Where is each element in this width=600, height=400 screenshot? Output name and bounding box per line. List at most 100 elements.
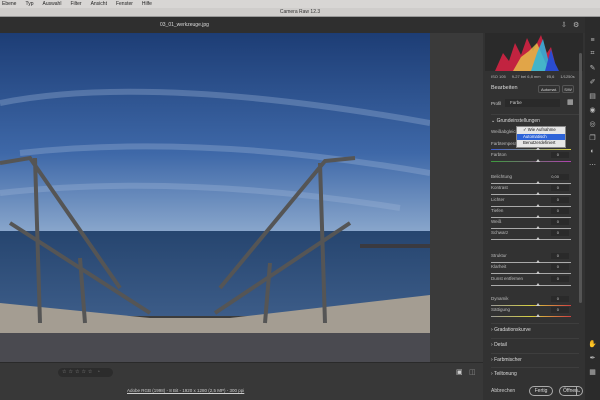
- temp-slider[interactable]: [491, 147, 571, 150]
- menu-fenster[interactable]: Fenster: [116, 1, 133, 7]
- slider-thumb[interactable]: [536, 237, 540, 240]
- graduated-filter-icon[interactable]: ▤: [589, 92, 596, 100]
- slider-value[interactable]: 0: [551, 208, 569, 214]
- filmstrip-icon[interactable]: ▣: [456, 368, 463, 376]
- slider-thumb[interactable]: [536, 204, 540, 207]
- wb-option-custom[interactable]: Benutzerdefiniert: [517, 140, 565, 147]
- window-title: Camera Raw 12.3: [0, 8, 600, 17]
- more-icon[interactable]: ⋯: [589, 161, 596, 169]
- edit-title: Bearbeiten: [491, 85, 518, 91]
- file-name: 03_01_werkzeuge.jpg: [160, 22, 209, 28]
- bw-button[interactable]: S/W: [562, 85, 574, 93]
- slider-value[interactable]: 0: [551, 253, 569, 259]
- section-split-toning[interactable]: › Teiltonung: [491, 367, 579, 380]
- section-basic-title: Grundeinstellungen: [496, 118, 540, 124]
- crop-tool-icon[interactable]: ⌗: [591, 50, 595, 58]
- compare-view-icon[interactable]: ◫: [469, 368, 476, 376]
- profile-browser-icon[interactable]: ▦: [567, 98, 574, 106]
- tool-strip: ≡ ⌗ ✎ ✐ ▤ ◉ ◎ ❐ ◐ ⋯ ✋ ✒ ▦: [585, 17, 600, 400]
- slider-value[interactable]: 0: [551, 230, 569, 236]
- slider-thumb[interactable]: [536, 303, 540, 306]
- tint-value[interactable]: 0: [551, 152, 569, 158]
- auto-button[interactable]: Automat.: [538, 85, 560, 93]
- done-button[interactable]: Fertig: [529, 386, 553, 396]
- panel-scrollbar[interactable]: [579, 53, 582, 303]
- menu-ansicht[interactable]: Ansicht: [91, 1, 107, 7]
- slider-track[interactable]: [491, 303, 571, 306]
- save-icon[interactable]: ⇩: [561, 21, 567, 29]
- snapshots-icon[interactable]: ❐: [589, 134, 595, 142]
- slider-value[interactable]: 0,00: [551, 174, 569, 180]
- option-label: Automatisch: [523, 133, 547, 139]
- adjustment-brush-icon[interactable]: ✐: [590, 78, 596, 86]
- redeye-icon[interactable]: ◎: [589, 120, 595, 128]
- exif-shutter: 1/1250s: [560, 74, 575, 79]
- slider-track[interactable]: [491, 215, 571, 218]
- slider-thumb[interactable]: [536, 271, 540, 274]
- open-button[interactable]: Öffnen ⌄: [559, 386, 583, 396]
- slider-value[interactable]: 0: [551, 296, 569, 302]
- stars[interactable]: ☆☆☆☆☆: [62, 369, 94, 375]
- slider-value[interactable]: 0: [551, 276, 569, 282]
- cancel-button[interactable]: Abbrechen: [491, 388, 515, 394]
- presets-icon[interactable]: ◐: [590, 148, 594, 155]
- section-detail[interactable]: › Detail: [491, 338, 579, 351]
- slider-track[interactable]: [491, 226, 571, 229]
- edit-tool-icon[interactable]: ≡: [590, 37, 594, 44]
- hand-tool-icon[interactable]: ✋: [588, 340, 597, 348]
- section-title: Detail: [494, 342, 507, 348]
- tint-slider[interactable]: [491, 159, 571, 162]
- slider-thumb[interactable]: [536, 181, 540, 184]
- slider-value[interactable]: 0: [551, 185, 569, 191]
- photo-preview[interactable]: [0, 33, 430, 362]
- slider-value[interactable]: 0: [551, 264, 569, 270]
- file-info-link[interactable]: Adobe RGB (1998) - 8 Bit - 1920 x 1280 (…: [127, 388, 244, 393]
- profile-select[interactable]: Farbe: [505, 99, 560, 107]
- option-label: Benutzerdefiniert: [523, 140, 556, 145]
- slider-track[interactable]: [491, 260, 571, 263]
- slider-thumb[interactable]: [536, 226, 540, 229]
- menu-filter[interactable]: Filter: [70, 1, 81, 7]
- slider-thumb[interactable]: [536, 192, 540, 195]
- preview-margin: [430, 33, 483, 362]
- menu-ebene[interactable]: Ebene: [2, 1, 16, 7]
- slider-track[interactable]: [491, 181, 571, 184]
- profile-value: Farbe: [510, 100, 522, 105]
- rating-stars[interactable]: ☆☆☆☆☆ ▫: [58, 368, 113, 377]
- slider-value[interactable]: 0: [551, 219, 569, 225]
- radial-filter-icon[interactable]: ◉: [589, 106, 595, 114]
- slider-track[interactable]: [491, 283, 571, 286]
- slider-track[interactable]: [491, 204, 571, 207]
- white-balance-dropdown[interactable]: ✓ Wie Aufnahme Automatisch Benutzerdefin…: [516, 126, 566, 148]
- status-bar: ☆☆☆☆☆ ▫ ▣ ◫ Adobe RGB (1998) - 8 Bit - 1…: [0, 362, 483, 400]
- slider-track[interactable]: [491, 314, 571, 317]
- grid-icon[interactable]: ▦: [589, 368, 596, 376]
- slider-value[interactable]: 0: [551, 307, 569, 313]
- slider-track[interactable]: [491, 237, 571, 240]
- section-curve[interactable]: › Gradationskurve: [491, 323, 579, 336]
- section-color-mixer[interactable]: › Farbmischer: [491, 353, 579, 366]
- gear-icon[interactable]: ⚙: [573, 21, 579, 29]
- file-bar: 03_01_werkzeuge.jpg ⇩ ⚙ ⤢: [0, 17, 600, 33]
- menu-hilfe[interactable]: Hilfe: [142, 1, 152, 7]
- slider-thumb[interactable]: [536, 314, 540, 317]
- slider-track[interactable]: [491, 192, 571, 195]
- exif-iso: ISO 105: [491, 74, 506, 79]
- menu-typ[interactable]: Typ: [25, 1, 33, 7]
- slider-value[interactable]: 0: [551, 197, 569, 203]
- section-title: Teiltonung: [493, 371, 517, 377]
- open-menu-chevron-icon[interactable]: ⌄: [576, 387, 582, 396]
- menu-auswahl[interactable]: Auswahl: [43, 1, 62, 7]
- color-sampler-icon[interactable]: ✒: [590, 354, 596, 362]
- slider-thumb[interactable]: [536, 260, 540, 263]
- option-label: Wie Aufnahme: [527, 127, 556, 132]
- profile-label: Profil: [491, 101, 502, 106]
- slider-track[interactable]: [491, 271, 571, 274]
- healing-brush-icon[interactable]: ✎: [590, 64, 596, 72]
- slider-thumb[interactable]: [536, 283, 540, 286]
- edit-panel: ISO 105 9-27 bei 6,8 mm f/5,6 1/1250s Be…: [483, 33, 585, 382]
- slider-thumb[interactable]: [536, 215, 540, 218]
- exif-lens: 9-27 bei 6,8 mm: [511, 74, 541, 79]
- tint-thumb[interactable]: [536, 159, 540, 162]
- menu-bar: Ebene Typ Auswahl Filter Ansicht Fenster…: [0, 0, 600, 8]
